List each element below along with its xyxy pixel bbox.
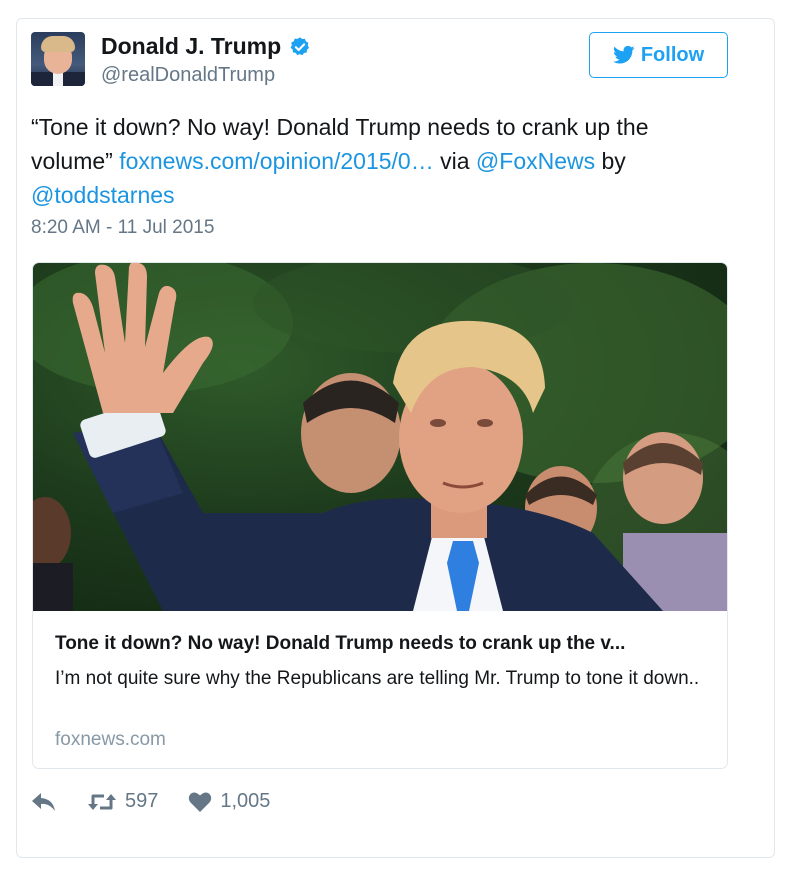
heart-icon <box>189 792 212 812</box>
twitter-bird-icon <box>612 45 635 64</box>
tweet-text: “Tone it down? No way! Donald Trump need… <box>31 110 731 212</box>
retweet-button[interactable]: 597 <box>87 790 158 813</box>
follow-button-label: Follow <box>640 43 705 66</box>
retweet-icon <box>88 793 116 810</box>
reply-button[interactable] <box>31 791 57 813</box>
user-handle[interactable]: @realDonaldTrump <box>101 64 275 87</box>
tweet-timestamp[interactable]: 8:20 AM - 11 Jul 2015 <box>31 217 214 239</box>
retweet-count: 597 <box>125 790 159 812</box>
tweet-text-part: by <box>595 148 626 174</box>
mention-toddstarnes[interactable]: @toddstarnes <box>31 182 175 208</box>
follow-button[interactable]: Follow <box>589 32 728 78</box>
tweet-text-part: via <box>433 148 476 174</box>
like-button[interactable]: 1,005 <box>188 790 270 813</box>
reply-icon <box>32 792 55 811</box>
avatar[interactable] <box>31 32 85 86</box>
tweet-link[interactable]: foxnews.com/opinion/2015/0… <box>119 148 434 174</box>
card-photo <box>33 263 727 611</box>
user-name-row: Donald J. Trump <box>101 33 311 60</box>
verified-badge-icon <box>290 36 310 55</box>
user-name[interactable]: Donald J. Trump <box>101 33 281 60</box>
link-card-domain: foxnews.com <box>55 729 166 750</box>
mention-foxnews[interactable]: @FoxNews <box>476 148 595 174</box>
link-card-description: I’m not quite sure why the Republicans a… <box>55 668 700 689</box>
like-count: 1,005 <box>220 790 271 812</box>
tweet-actions: 597 1,005 <box>31 790 270 813</box>
link-card[interactable]: Tone it down? No way! Donald Trump needs… <box>32 262 728 769</box>
link-card-title: Tone it down? No way! Donald Trump needs… <box>55 633 626 654</box>
